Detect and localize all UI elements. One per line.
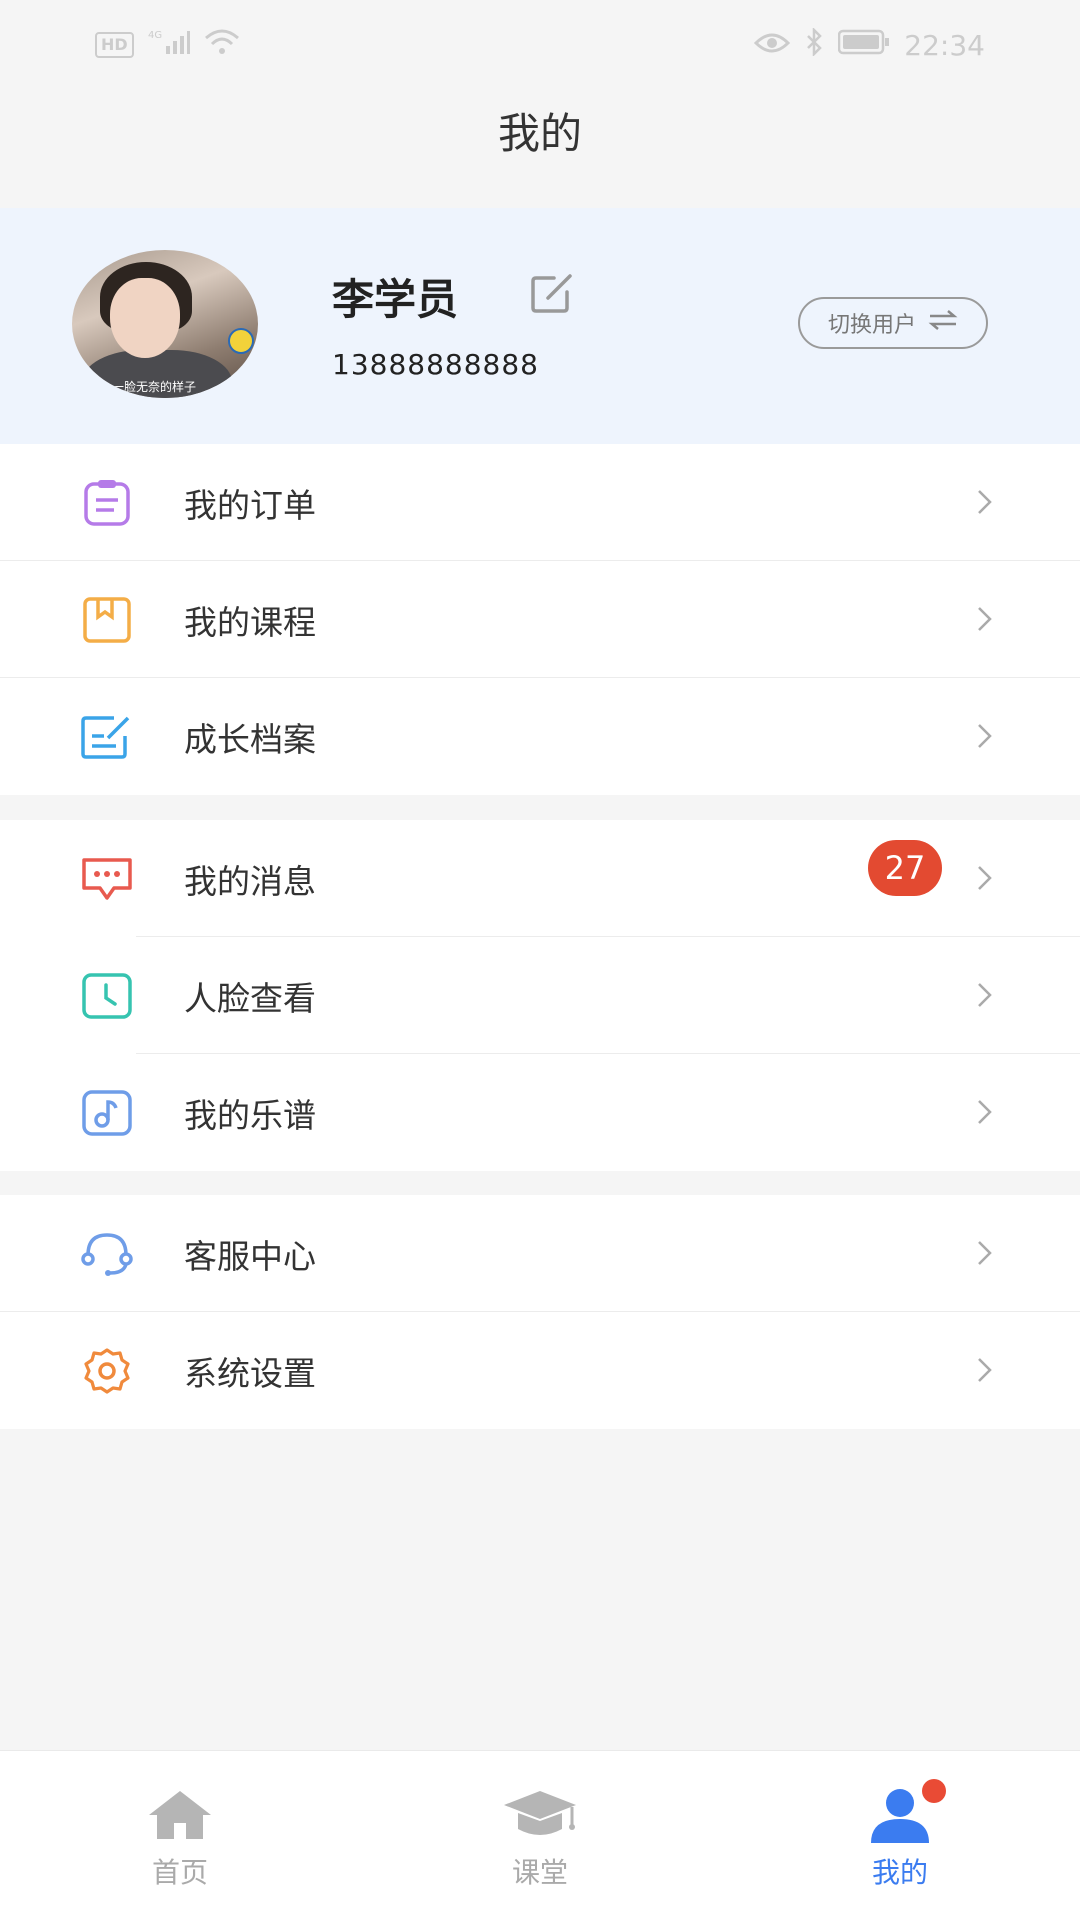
clock-icon (80, 973, 134, 1019)
switch-user-button[interactable]: 切换用户 (798, 297, 988, 349)
wifi-icon (204, 28, 240, 63)
tab-home[interactable]: 首页 (90, 1751, 270, 1921)
menu-label: 人脸查看 (184, 978, 316, 1018)
tab-mine[interactable]: 我的 (810, 1751, 990, 1921)
menu-item-messages[interactable]: 我的消息 27 (0, 820, 1080, 937)
chevron-right-icon (976, 1239, 994, 1271)
menu-group-primary: 我的订单 我的课程 成长档案 (0, 444, 1080, 795)
avatar[interactable]: 一脸无奈的样子 (72, 250, 258, 398)
tab-label: 首页 (151, 1856, 208, 1889)
status-right: 22:34 (754, 26, 985, 63)
avatar-sticker (228, 328, 254, 354)
edit-document-icon (80, 714, 134, 760)
notification-dot (922, 1779, 946, 1803)
menu-label: 系统设置 (184, 1353, 316, 1393)
avatar-face (110, 278, 180, 358)
chevron-right-icon (976, 1098, 994, 1130)
menu-label: 我的乐谱 (184, 1095, 316, 1135)
chevron-right-icon (976, 864, 994, 896)
menu-label: 客服中心 (184, 1236, 316, 1276)
switch-user-label: 切换用户 (827, 313, 916, 338)
music-note-icon (80, 1090, 134, 1136)
headset-icon (80, 1231, 134, 1277)
status-bar: HD 4G 22:34 (0, 0, 1080, 90)
bookmark-book-icon (80, 597, 134, 643)
graduation-cap-icon (504, 1791, 576, 1835)
edit-icon[interactable] (530, 274, 574, 318)
chevron-right-icon (976, 488, 994, 520)
menu-item-customer-service[interactable]: 客服中心 (0, 1195, 1080, 1312)
menu-label: 我的消息 (184, 861, 316, 901)
menu-item-courses[interactable]: 我的课程 (0, 561, 1080, 678)
home-icon (149, 1791, 211, 1839)
profile-card: 一脸无奈的样子 李学员 13888888888 切换用户 (0, 208, 1080, 444)
menu-group-secondary: 我的消息 27 人脸查看 我的乐谱 (0, 820, 1080, 1171)
menu-item-growth-archive[interactable]: 成长档案 (0, 678, 1080, 795)
menu-label: 我的课程 (184, 602, 316, 642)
bottom-tab-bar: 首页 课堂 我的 (0, 1750, 1080, 1921)
chevron-right-icon (976, 1356, 994, 1388)
menu-label: 成长档案 (184, 719, 316, 759)
menu-item-settings[interactable]: 系统设置 (0, 1312, 1080, 1429)
network-type: 4G (148, 30, 162, 41)
signal-icon: 4G (148, 28, 190, 63)
status-left: HD 4G (95, 28, 240, 63)
hd-indicator: HD (95, 32, 134, 58)
chevron-right-icon (976, 722, 994, 754)
avatar-caption: 一脸无奈的样子 (112, 380, 197, 394)
swap-icon (928, 309, 958, 337)
menu-item-face-view[interactable]: 人脸查看 (0, 937, 1080, 1054)
user-phone: 13888888888 (332, 348, 539, 381)
chevron-right-icon (976, 981, 994, 1013)
tab-label: 我的 (871, 1856, 928, 1889)
clock-time: 22:34 (904, 28, 985, 62)
tab-label: 课堂 (511, 1856, 568, 1889)
chevron-right-icon (976, 605, 994, 637)
gear-icon (80, 1348, 134, 1394)
bluetooth-icon (804, 26, 824, 63)
menu-item-sheet-music[interactable]: 我的乐谱 (0, 1054, 1080, 1171)
chat-bubble-icon (80, 856, 134, 902)
page-title: 我的 (497, 109, 582, 158)
menu-group-support: 客服中心 系统设置 (0, 1195, 1080, 1429)
clipboard-icon (80, 480, 134, 526)
battery-icon (838, 29, 890, 62)
menu-label: 我的订单 (184, 485, 316, 525)
unread-badge: 27 (868, 840, 942, 896)
user-name: 李学员 (332, 275, 459, 324)
menu-item-orders[interactable]: 我的订单 (0, 444, 1080, 561)
eye-icon (754, 29, 791, 62)
tab-classroom[interactable]: 课堂 (450, 1751, 630, 1921)
